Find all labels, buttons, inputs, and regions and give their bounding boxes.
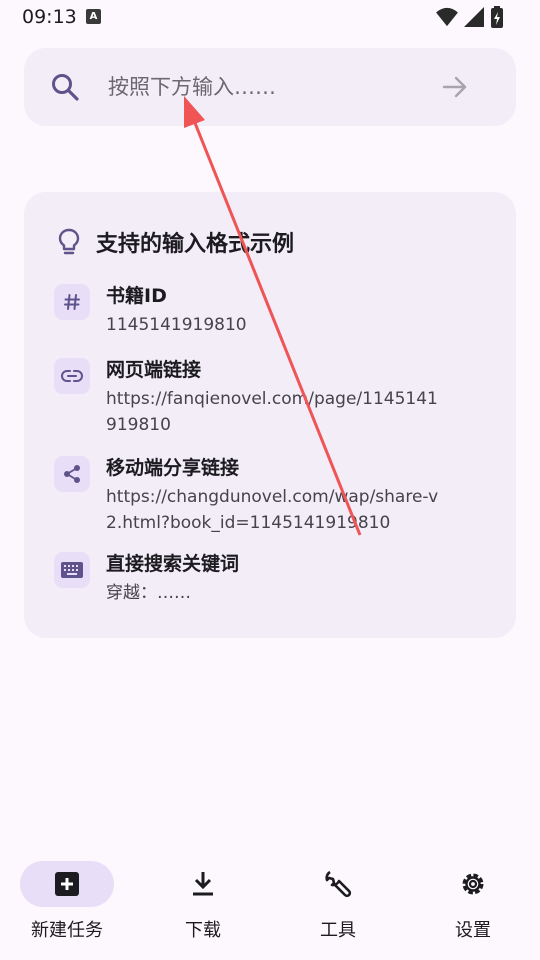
bottom-navigation: 新建任务 下载 工具 设置 bbox=[0, 846, 540, 960]
example-item-web-link: 网页端链接 https://fanqienovel.com/page/11451… bbox=[54, 358, 494, 444]
item-icon-box bbox=[54, 552, 90, 588]
nav-settings[interactable]: 设置 bbox=[418, 860, 528, 950]
battery-icon bbox=[491, 6, 503, 28]
card-header: 支持的输入格式示例 bbox=[56, 226, 294, 258]
item-desc: https://changdunovel.com/wap/share-v2.ht… bbox=[106, 487, 439, 533]
hash-icon bbox=[64, 294, 80, 310]
keyboard-icon bbox=[61, 562, 83, 578]
nav-new-task[interactable]: 新建任务 bbox=[12, 860, 122, 950]
example-item-keyword: 直接搜索关键词 穿越：…… bbox=[54, 552, 494, 612]
download-icon bbox=[193, 872, 213, 896]
search-input[interactable] bbox=[108, 68, 428, 106]
status-time: 09:13 bbox=[22, 6, 77, 28]
nav-label: 新建任务 bbox=[31, 920, 103, 941]
notification-icon: A bbox=[86, 9, 101, 24]
nav-download[interactable]: 下载 bbox=[148, 860, 258, 950]
search-icon bbox=[52, 74, 79, 101]
item-title: 书籍ID bbox=[106, 285, 167, 307]
arrow-right-icon[interactable] bbox=[440, 72, 470, 102]
nav-label: 设置 bbox=[455, 920, 491, 941]
item-icon-box bbox=[54, 358, 90, 394]
nav-label: 工具 bbox=[320, 920, 356, 941]
item-title: 网页端链接 bbox=[106, 359, 202, 381]
lightbulb-icon bbox=[58, 228, 80, 255]
signal-icon bbox=[464, 7, 484, 27]
add-box-icon bbox=[55, 872, 79, 896]
card-title: 支持的输入格式示例 bbox=[96, 232, 295, 257]
gear-icon bbox=[462, 873, 484, 895]
item-icon-box bbox=[54, 284, 90, 320]
example-item-share-link: 移动端分享链接 https://changdunovel.com/wap/sha… bbox=[54, 456, 494, 542]
share-icon bbox=[64, 465, 80, 483]
example-item-book-id: 书籍ID 1145141919810 bbox=[54, 284, 494, 344]
search-bar[interactable] bbox=[24, 48, 516, 126]
item-icon-box bbox=[54, 456, 90, 492]
nav-tools[interactable]: 工具 bbox=[283, 860, 393, 950]
item-desc: 穿越：…… bbox=[106, 583, 191, 603]
wrench-icon bbox=[325, 870, 352, 898]
link-icon bbox=[61, 370, 83, 382]
status-icons bbox=[436, 6, 504, 28]
nav-label: 下载 bbox=[185, 920, 221, 941]
status-bar: 09:13 A bbox=[0, 0, 540, 36]
format-examples-card: 支持的输入格式示例 书籍ID 1145141919810 网页端链接 https… bbox=[24, 192, 516, 638]
item-title: 直接搜索关键词 bbox=[106, 553, 240, 575]
wifi-icon bbox=[436, 7, 458, 27]
item-title: 移动端分享链接 bbox=[106, 457, 240, 479]
item-desc: https://fanqienovel.com/page/11451419198… bbox=[106, 389, 438, 435]
item-desc: 1145141919810 bbox=[106, 315, 247, 335]
